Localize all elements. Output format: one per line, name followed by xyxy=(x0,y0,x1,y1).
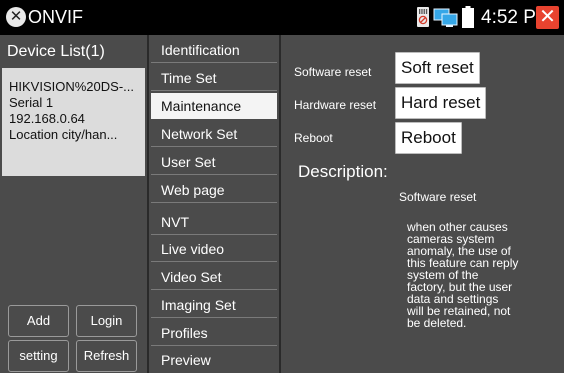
device-location: Location city/han... xyxy=(9,127,118,142)
settings-menu: Identification Time Set Maintenance Netw… xyxy=(147,35,279,373)
onvif-logo-icon: ✕ xyxy=(6,7,26,27)
description-heading: Description: xyxy=(298,162,388,181)
maintenance-panel: Software reset Soft reset Hardware reset… xyxy=(279,35,564,373)
description-line: be deleted. xyxy=(407,316,467,330)
menu-item-time-set[interactable]: Time Set xyxy=(151,65,277,91)
device-serial: Serial 1 xyxy=(9,95,54,110)
menu-item-maintenance[interactable]: Maintenance xyxy=(151,93,277,119)
sd-card-icon xyxy=(417,7,429,27)
menu-item-user-set[interactable]: User Set xyxy=(151,149,277,175)
description-title: Software reset xyxy=(399,190,477,204)
menu-item-live-video[interactable]: Live video xyxy=(151,236,277,262)
soft-reset-button[interactable]: Soft reset xyxy=(395,52,480,84)
menu-item-preview[interactable]: Preview xyxy=(151,347,277,373)
setting-button[interactable]: setting xyxy=(8,340,69,372)
menu-item-nvt[interactable]: NVT xyxy=(151,209,277,235)
refresh-button[interactable]: Refresh xyxy=(76,340,137,372)
reboot-button[interactable]: Reboot xyxy=(395,122,462,154)
device-list-title: Device List(1) xyxy=(7,43,105,60)
description-text: when other causes cameras system anomaly… xyxy=(407,221,557,329)
menu-item-imaging-set[interactable]: Imaging Set xyxy=(151,292,277,318)
menu-item-network-set[interactable]: Network Set xyxy=(151,121,277,147)
menu-item-web-page[interactable]: Web page xyxy=(151,177,277,203)
close-icon: ✕ xyxy=(539,6,556,28)
login-button[interactable]: Login xyxy=(76,305,137,337)
hard-reset-button[interactable]: Hard reset xyxy=(395,87,487,119)
close-button[interactable]: ✕ xyxy=(536,6,559,29)
device-list-panel: Device List(1) HIKVISION%20DS-... Serial… xyxy=(0,35,147,373)
reboot-label: Reboot xyxy=(294,131,333,145)
menu-item-video-set[interactable]: Video Set xyxy=(151,264,277,290)
status-bar: ✕ ONVIF 4:52 PM ✕ xyxy=(0,0,564,35)
device-ip: 192.168.0.64 xyxy=(9,111,85,126)
menu-item-profiles[interactable]: Profiles xyxy=(151,320,277,346)
add-button[interactable]: Add xyxy=(8,305,69,337)
menu-item-identification[interactable]: Identification xyxy=(151,37,277,63)
device-list-item[interactable]: HIKVISION%20DS-... Serial 1 192.168.0.64… xyxy=(2,68,145,176)
app-title: ONVIF xyxy=(28,7,84,27)
network-icon xyxy=(433,8,458,27)
software-reset-label: Software reset xyxy=(294,65,372,79)
battery-icon xyxy=(462,6,474,28)
hardware-reset-label: Hardware reset xyxy=(294,98,377,112)
device-name: HIKVISION%20DS-... xyxy=(9,79,134,94)
